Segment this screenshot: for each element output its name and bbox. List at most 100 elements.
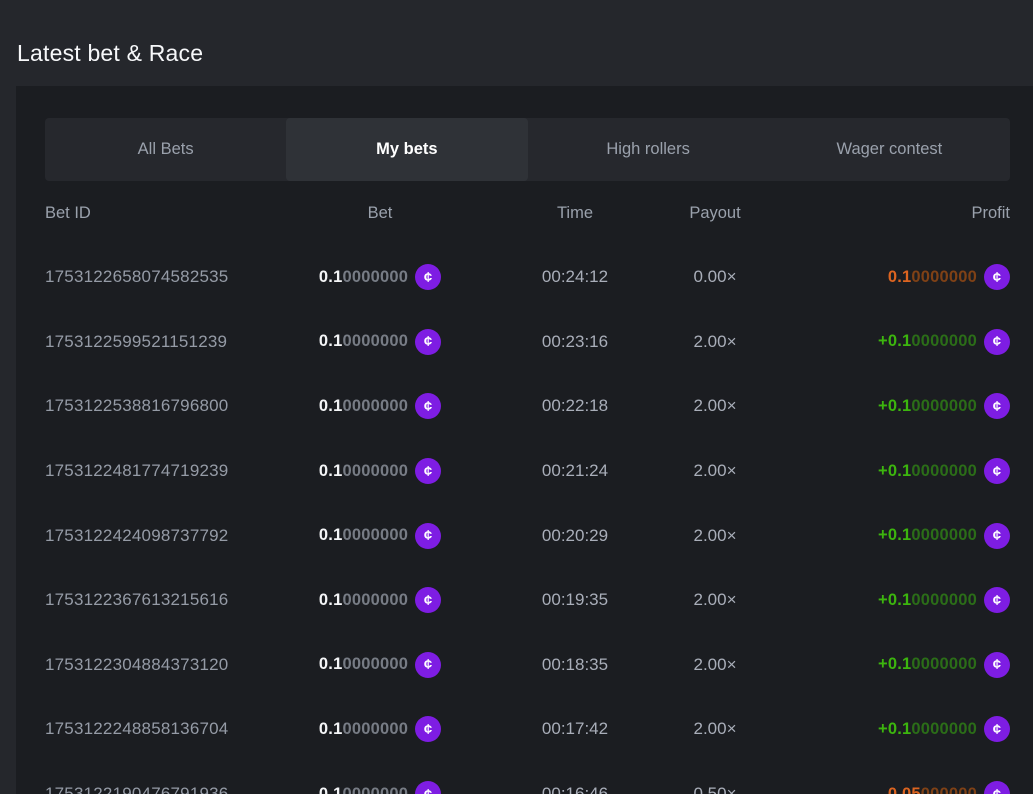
bet-amount-zeros: 0000000 (342, 462, 408, 480)
bet-id[interactable]: 1753122304884373120 (45, 655, 265, 675)
bet-time: 00:22:18 (495, 396, 655, 416)
coin-icon: ¢ (984, 458, 1010, 484)
table-row[interactable]: 1753122304884373120 0.10000000 ¢ 00:18:3… (45, 633, 1010, 698)
coin-icon: ¢ (415, 781, 441, 794)
tab-high-rollers[interactable]: High rollers (528, 118, 769, 181)
coin-icon: ¢ (415, 329, 441, 355)
bet-profit-main: +0.1 (878, 720, 911, 738)
coin-icon: ¢ (984, 716, 1010, 742)
bet-profit-cell: +0.10000000 ¢ (775, 523, 1010, 549)
bet-time: 00:17:42 (495, 719, 655, 739)
coin-icon: ¢ (984, 523, 1010, 549)
bet-amount-main: 0.1 (319, 397, 343, 415)
table-row[interactable]: 1753122481774719239 0.10000000 ¢ 00:21:2… (45, 439, 1010, 504)
bet-id[interactable]: 1753122424098737792 (45, 526, 265, 546)
bet-amount: 0.10000000 (319, 397, 408, 416)
bet-profit-cell: +0.10000000 ¢ (775, 587, 1010, 613)
bet-amount-zeros: 0000000 (342, 655, 408, 673)
bet-amount-zeros: 0000000 (342, 397, 408, 415)
bet-profit-cell: +0.10000000 ¢ (775, 716, 1010, 742)
coin-icon: ¢ (415, 264, 441, 290)
bet-profit-main: +0.1 (878, 397, 911, 415)
bet-amount-zeros: 0000000 (342, 591, 408, 609)
bet-id[interactable]: 1753122190476791936 (45, 784, 265, 794)
table-row[interactable]: 1753122658074582535 0.10000000 ¢ 00:24:1… (45, 245, 1010, 310)
bet-payout: 2.00× (655, 332, 775, 352)
bet-id[interactable]: 1753122248858136704 (45, 719, 265, 739)
bet-profit-zeros: 0000000 (911, 720, 977, 738)
header-bet-id: Bet ID (45, 204, 265, 223)
bet-profit-zeros: 0000000 (911, 526, 977, 544)
tab-my-bets-label: My bets (376, 140, 437, 159)
coin-icon: ¢ (984, 264, 1010, 290)
bet-payout: 2.00× (655, 526, 775, 546)
bet-profit-cell: 0.05000000 ¢ (775, 781, 1010, 794)
bet-time: 00:16:46 (495, 784, 655, 794)
bet-id[interactable]: 1753122538816796800 (45, 396, 265, 416)
header-time: Time (495, 204, 655, 223)
bet-amount-main: 0.1 (319, 720, 343, 738)
bet-time: 00:18:35 (495, 655, 655, 675)
bet-profit-main: +0.1 (878, 526, 911, 544)
bet-amount: 0.10000000 (319, 332, 408, 351)
bet-id[interactable]: 1753122658074582535 (45, 267, 265, 287)
bet-payout: 2.00× (655, 396, 775, 416)
bet-profit-main: +0.1 (878, 462, 911, 480)
coin-icon: ¢ (984, 781, 1010, 794)
bet-amount-main: 0.1 (319, 526, 343, 544)
header-bet: Bet (265, 204, 495, 223)
table-row[interactable]: 1753122424098737792 0.10000000 ¢ 00:20:2… (45, 503, 1010, 568)
bet-amount-zeros: 0000000 (342, 720, 408, 738)
table-header-row: Bet ID Bet Time Payout Profit (45, 189, 1010, 237)
coin-icon: ¢ (984, 587, 1010, 613)
coin-icon: ¢ (415, 458, 441, 484)
bet-payout: 2.00× (655, 590, 775, 610)
bet-profit-zeros: 0000000 (911, 397, 977, 415)
bet-amount-cell: 0.10000000 ¢ (265, 523, 495, 549)
bet-id[interactable]: 1753122367613215616 (45, 590, 265, 610)
bet-amount-zeros: 0000000 (342, 268, 408, 286)
bet-amount-main: 0.1 (319, 332, 343, 350)
bet-profit: +0.10000000 (878, 720, 977, 739)
bet-profit-main: +0.1 (878, 332, 911, 350)
bet-profit-main: 0.05 (888, 785, 921, 794)
page-title: Latest bet & Race (17, 40, 1033, 67)
bet-id[interactable]: 1753122481774719239 (45, 461, 265, 481)
bet-id[interactable]: 1753122599521151239 (45, 332, 265, 352)
bet-payout: 2.00× (655, 655, 775, 675)
bet-profit-cell: +0.10000000 ¢ (775, 329, 1010, 355)
bet-profit-main: +0.1 (878, 655, 911, 673)
table-row[interactable]: 1753122538816796800 0.10000000 ¢ 00:22:1… (45, 374, 1010, 439)
bet-amount-cell: 0.10000000 ¢ (265, 716, 495, 742)
bet-profit: 0.10000000 (888, 268, 977, 287)
bet-profit-zeros: 000000 (921, 785, 977, 794)
tab-wager-contest[interactable]: Wager contest (769, 118, 1010, 181)
header-profit: Profit (775, 204, 1010, 223)
coin-icon: ¢ (415, 716, 441, 742)
coin-icon: ¢ (415, 587, 441, 613)
bet-profit-main: +0.1 (878, 591, 911, 609)
bet-profit: +0.10000000 (878, 526, 977, 545)
coin-icon: ¢ (415, 523, 441, 549)
bet-time: 00:24:12 (495, 267, 655, 287)
table-row[interactable]: 1753122367613215616 0.10000000 ¢ 00:19:3… (45, 568, 1010, 633)
bet-profit-zeros: 0000000 (911, 591, 977, 609)
bet-profit-cell: +0.10000000 ¢ (775, 458, 1010, 484)
bet-amount-cell: 0.10000000 ¢ (265, 393, 495, 419)
bet-amount-main: 0.1 (319, 268, 343, 286)
bet-profit: +0.10000000 (878, 462, 977, 481)
bet-amount: 0.10000000 (319, 720, 408, 739)
table-row[interactable]: 1753122190476791936 0.10000000 ¢ 00:16:4… (45, 762, 1010, 794)
bet-amount-cell: 0.10000000 ¢ (265, 781, 495, 794)
bet-amount-zeros: 0000000 (342, 332, 408, 350)
bet-payout: 0.00× (655, 267, 775, 287)
bet-time: 00:20:29 (495, 526, 655, 546)
bet-amount-zeros: 0000000 (342, 526, 408, 544)
coin-icon: ¢ (984, 652, 1010, 678)
tab-my-bets[interactable]: My bets (286, 118, 527, 181)
tab-all-bets[interactable]: All Bets (45, 118, 286, 181)
table-body: 1753122658074582535 0.10000000 ¢ 00:24:1… (45, 245, 1010, 794)
table-row[interactable]: 1753122599521151239 0.10000000 ¢ 00:23:1… (45, 310, 1010, 375)
table-row[interactable]: 1753122248858136704 0.10000000 ¢ 00:17:4… (45, 697, 1010, 762)
bet-profit-zeros: 0000000 (911, 655, 977, 673)
